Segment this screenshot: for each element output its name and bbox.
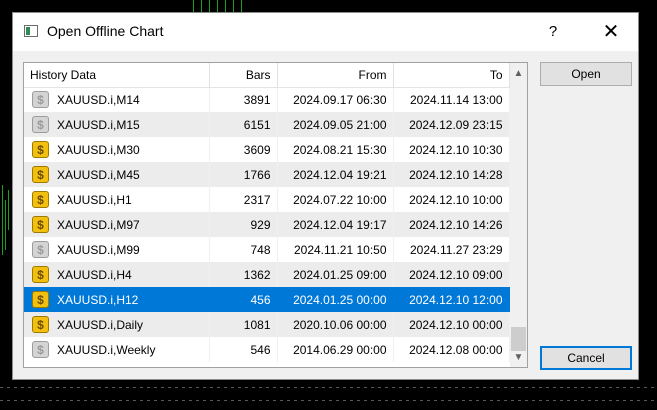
column-header-to[interactable]: To [393, 63, 510, 88]
cell-history-data: XAUUSD.i,M99 [24, 237, 210, 262]
chart-window-icon [24, 25, 38, 37]
cell-to: 2024.12.08 00:00 [393, 337, 510, 362]
table-row[interactable]: XAUUSD.i,M99 7482024.11.21 10:502024.11.2… [24, 237, 510, 262]
cell-history-data: XAUUSD.i,M97 [24, 212, 210, 237]
cell-from: 2024.09.17 06:30 [277, 87, 394, 112]
table-row[interactable]: XAUUSD.i,H12 4562024.01.25 00:002024.12.1… [24, 287, 510, 312]
cell-history-data: XAUUSD.i,M14 [24, 87, 210, 112]
symbol-timeframe-label: XAUUSD.i,H12 [57, 292, 139, 307]
cell-to: 2024.12.10 12:00 [393, 287, 510, 312]
symbol-timeframe-label: XAUUSD.i,Daily [57, 317, 144, 332]
cell-from: 2014.06.29 00:00 [277, 337, 394, 362]
cell-bars: 6151 [209, 112, 278, 137]
cell-to: 2024.12.09 23:15 [393, 112, 510, 137]
symbol-gold-dollar-icon [32, 166, 49, 183]
table-row[interactable]: XAUUSD.i,M97 9292024.12.04 19:172024.12.1… [24, 212, 510, 237]
symbol-gray-dollar-icon [32, 91, 49, 109]
symbol-timeframe-label: XAUUSD.i,H1 [57, 192, 132, 207]
cell-from: 2024.01.25 09:00 [277, 262, 394, 287]
cell-from: 2024.07.22 10:00 [277, 187, 394, 212]
cell-from: 2024.11.21 10:50 [277, 237, 394, 262]
cell-bars: 1362 [209, 262, 278, 287]
cell-to: 2024.12.10 00:00 [393, 312, 510, 337]
symbol-timeframe-label: XAUUSD.i,M15 [57, 117, 140, 132]
table-row[interactable]: XAUUSD.i,Weekly 5462014.06.29 00:002024.1… [24, 337, 510, 362]
cell-bars: 1766 [209, 162, 278, 187]
symbol-gold-dollar-icon [32, 316, 49, 333]
table-row[interactable]: XAUUSD.i,H4 13622024.01.25 09:002024.12.1… [24, 262, 510, 287]
history-data-table: History Data Bars From To XAUUSD.i,M14 38… [24, 63, 510, 362]
cell-history-data: XAUUSD.i,H4 [24, 262, 210, 287]
cell-bars: 3891 [209, 87, 278, 112]
cell-history-data: XAUUSD.i,M45 [24, 162, 210, 187]
column-header-history-data[interactable]: History Data [24, 63, 210, 88]
symbol-gold-dollar-icon [32, 291, 49, 308]
vertical-scrollbar[interactable]: ▲ ▼ [510, 63, 527, 367]
cell-history-data: XAUUSD.i,Daily [24, 312, 210, 337]
symbol-timeframe-label: XAUUSD.i,H4 [57, 267, 132, 282]
scroll-up-icon[interactable]: ▲ [510, 65, 527, 82]
table-header-row: History Data Bars From To [24, 63, 510, 88]
cancel-button[interactable]: Cancel [540, 346, 632, 370]
cell-history-data: XAUUSD.i,M15 [24, 112, 210, 137]
dialog-title: Open Offline Chart [47, 23, 164, 39]
cell-from: 2024.12.04 19:17 [277, 212, 394, 237]
symbol-timeframe-label: XAUUSD.i,M97 [57, 217, 140, 232]
cell-from: 2024.01.25 00:00 [277, 287, 394, 312]
cell-history-data: XAUUSD.i,M30 [24, 137, 210, 162]
cell-history-data: XAUUSD.i,H12 [24, 287, 210, 312]
cell-to: 2024.11.14 13:00 [393, 87, 510, 112]
cell-bars: 929 [209, 212, 278, 237]
table-row[interactable]: XAUUSD.i,H1 23172024.07.22 10:002024.12.1… [24, 187, 510, 212]
cell-to: 2024.12.10 10:00 [393, 187, 510, 212]
cell-bars: 1081 [209, 312, 278, 337]
history-data-list[interactable]: History Data Bars From To XAUUSD.i,M14 38… [23, 62, 528, 368]
symbol-timeframe-label: XAUUSD.i,M45 [57, 167, 140, 182]
table-row[interactable]: XAUUSD.i,M45 17662024.12.04 19:212024.12.… [24, 162, 510, 187]
cell-to: 2024.12.10 14:28 [393, 162, 510, 187]
column-header-bars[interactable]: Bars [209, 63, 278, 88]
cell-history-data: XAUUSD.i,H1 [24, 187, 210, 212]
symbol-timeframe-label: XAUUSD.i,M14 [57, 92, 140, 107]
help-button[interactable]: ? [543, 21, 563, 43]
cell-bars: 456 [209, 287, 278, 312]
close-button[interactable]: ✕ [593, 19, 629, 45]
table-row[interactable]: XAUUSD.i,M14 38912024.09.17 06:302024.11.… [24, 87, 510, 112]
cell-bars: 2317 [209, 187, 278, 212]
cell-bars: 3609 [209, 137, 278, 162]
scroll-down-icon[interactable]: ▼ [510, 349, 527, 366]
cell-to: 2024.12.10 14:26 [393, 212, 510, 237]
cell-to: 2024.12.10 10:30 [393, 137, 510, 162]
symbol-gold-dollar-icon [32, 266, 49, 283]
symbol-timeframe-label: XAUUSD.i,M30 [57, 142, 140, 157]
cell-from: 2024.08.21 15:30 [277, 137, 394, 162]
table-row[interactable]: XAUUSD.i,M15 61512024.09.05 21:002024.12.… [24, 112, 510, 137]
cell-from: 2020.10.06 00:00 [277, 312, 394, 337]
title-bar[interactable]: Open Offline Chart ? ✕ [13, 13, 638, 51]
open-offline-chart-dialog: Open Offline Chart ? ✕ History Data Bars… [12, 12, 639, 380]
cell-from: 2024.12.04 19:21 [277, 162, 394, 187]
column-header-from[interactable]: From [277, 63, 394, 88]
symbol-timeframe-label: XAUUSD.i,Weekly [57, 342, 156, 357]
symbol-gold-dollar-icon [32, 141, 49, 158]
symbol-timeframe-label: XAUUSD.i,M99 [57, 242, 140, 257]
symbol-gray-dollar-icon [32, 241, 49, 258]
cell-history-data: XAUUSD.i,Weekly [24, 337, 210, 362]
cell-bars: 748 [209, 237, 278, 262]
symbol-gray-dollar-icon [32, 116, 49, 133]
cell-to: 2024.11.27 23:29 [393, 237, 510, 262]
cell-to: 2024.12.10 09:00 [393, 262, 510, 287]
table-row[interactable]: XAUUSD.i,M30 36092024.08.21 15:302024.12.… [24, 137, 510, 162]
symbol-gold-dollar-icon [32, 191, 49, 208]
table-row[interactable]: XAUUSD.i,Daily 10812020.10.06 00:002024.1… [24, 312, 510, 337]
scroll-thumb[interactable] [511, 327, 526, 351]
open-button[interactable]: Open [540, 62, 632, 86]
cell-from: 2024.09.05 21:00 [277, 112, 394, 137]
symbol-gray-dollar-icon [32, 341, 49, 358]
cell-bars: 546 [209, 337, 278, 362]
symbol-gold-dollar-icon [32, 216, 49, 233]
